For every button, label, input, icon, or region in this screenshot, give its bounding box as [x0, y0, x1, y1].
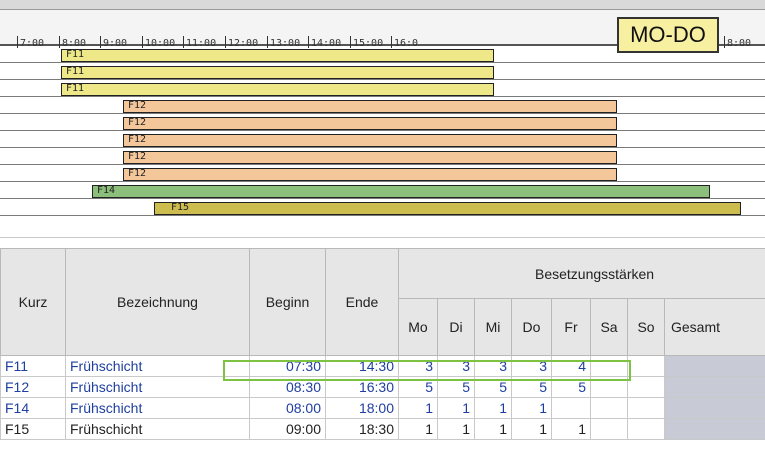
shift-bar-label: F11 [66, 83, 85, 94]
gantt-row: F14 [0, 184, 765, 199]
gantt-row: F11 [0, 82, 765, 97]
cell-day-value [590, 355, 628, 377]
shift-bar[interactable]: F11 [61, 66, 494, 79]
col-header-ende[interactable]: Ende [325, 248, 399, 356]
cell-day-value: 5 [398, 376, 438, 398]
cell-day-value: 1 [511, 397, 552, 419]
col-header-di[interactable]: Di [437, 298, 475, 356]
shift-bar-label: F11 [66, 66, 85, 77]
cell-beginn: 08:30 [249, 376, 326, 398]
cell-day-value [627, 418, 665, 440]
weekday-badge: MO-DO [617, 17, 719, 53]
shift-bar-label: F11 [66, 49, 85, 60]
shift-bar-label: F12 [128, 168, 147, 179]
col-header-do[interactable]: Do [511, 298, 552, 356]
cell-day-value [590, 376, 628, 398]
cell-day-value: 5 [474, 376, 512, 398]
cell-bezeichnung: Frühschicht [65, 397, 250, 419]
col-header-gesamt[interactable]: Gesamt [663, 298, 765, 356]
cell-beginn: 08:00 [249, 397, 326, 419]
col-header-beginn[interactable]: Beginn [249, 248, 326, 356]
shift-bar[interactable]: F12 [123, 134, 617, 147]
col-header-kurz[interactable]: Kurz [0, 248, 66, 356]
cell-bezeichnung: Frühschicht [65, 376, 250, 398]
cell-bezeichnung: Frühschicht [65, 355, 250, 377]
cell-day-value: 5 [511, 376, 552, 398]
cell-day-value [551, 397, 591, 419]
shift-bar[interactable]: F11 [61, 49, 494, 62]
cell-ende: 14:30 [325, 355, 399, 377]
cell-kurz: F15 [0, 418, 66, 440]
cell-day-value: 1 [474, 418, 512, 440]
gantt-row: F11 [0, 65, 765, 80]
cell-day-value: 3 [398, 355, 438, 377]
cell-day-value: 1 [398, 397, 438, 419]
cell-day-value: 3 [511, 355, 552, 377]
table-row[interactable]: F14Frühschicht08:0018:0011114 [0, 397, 765, 419]
shift-bar-label: F12 [128, 151, 147, 162]
shift-bar-label: F12 [128, 134, 147, 145]
cell-ende: 16:30 [325, 376, 399, 398]
table-row[interactable]: F12Frühschicht08:3016:305555525 [0, 376, 765, 398]
staffing-table: Kurz Bezeichnung Beginn Ende Besetzungss… [0, 248, 765, 470]
cell-gesamt: 16 [663, 355, 765, 377]
cell-gesamt: 5 [663, 418, 765, 440]
col-header-bezeichnung[interactable]: Bezeichnung [65, 248, 250, 356]
cell-day-value: 1 [437, 418, 475, 440]
cell-gesamt: 25 [663, 376, 765, 398]
gantt-row: F12 [0, 99, 765, 114]
cell-ende: 18:30 [325, 418, 399, 440]
cell-day-value: 4 [551, 355, 591, 377]
cell-ende: 18:00 [325, 397, 399, 419]
gantt-row: F12 [0, 116, 765, 131]
shift-bar-label: F12 [128, 117, 147, 128]
cell-kurz: F14 [0, 397, 66, 419]
shift-bar[interactable]: F15 [154, 202, 741, 215]
cell-beginn: 07:30 [249, 355, 326, 377]
gantt-top-strip [0, 0, 765, 10]
cell-kurz: F12 [0, 376, 66, 398]
cell-day-value: 3 [437, 355, 475, 377]
cell-day-value: 1 [398, 418, 438, 440]
shift-bar[interactable]: F12 [123, 151, 617, 164]
gantt-chart: 7:00 8:00 9:00 10:00 11:00 12:00 13:00 14:00 15:… [0, 0, 765, 238]
shift-bar-label: F12 [128, 100, 147, 111]
col-header-sa[interactable]: Sa [590, 298, 628, 356]
cell-gesamt: 4 [663, 397, 765, 419]
shift-bar-label: F15 [171, 202, 190, 213]
table-row[interactable]: F15Frühschicht09:0018:30111115 [0, 418, 765, 440]
shift-bar[interactable]: F14 [92, 185, 710, 198]
shift-bar[interactable]: F11 [61, 83, 494, 96]
cell-day-value: 1 [437, 397, 475, 419]
shift-bar[interactable]: F12 [123, 117, 617, 130]
cell-day-value [627, 397, 665, 419]
col-header-mi[interactable]: Mi [474, 298, 512, 356]
group-header-besetzung: Besetzungsstärken [397, 248, 765, 299]
cell-day-value: 5 [551, 376, 591, 398]
cell-bezeichnung: Frühschicht [65, 418, 250, 440]
col-header-mo[interactable]: Mo [398, 298, 438, 356]
cell-day-value: 5 [437, 376, 475, 398]
cell-day-value [590, 418, 628, 440]
cell-day-value: 1 [551, 418, 591, 440]
cell-day-value [590, 397, 628, 419]
cell-day-value: 1 [511, 418, 552, 440]
gantt-row: F12 [0, 167, 765, 182]
col-header-fr[interactable]: Fr [551, 298, 591, 356]
cell-day-value [627, 376, 665, 398]
table-row[interactable]: F11Frühschicht07:3014:303333416 [0, 355, 765, 377]
col-header-so[interactable]: So [627, 298, 665, 356]
cell-day-value [627, 355, 665, 377]
cell-beginn: 09:00 [249, 418, 326, 440]
shift-bar[interactable]: F12 [123, 100, 617, 113]
cell-day-value: 3 [474, 355, 512, 377]
cell-kurz: F11 [0, 355, 66, 377]
gantt-row: F12 [0, 133, 765, 148]
gantt-row: F12 [0, 150, 765, 165]
shift-bar-label: F14 [97, 185, 116, 196]
cell-day-value: 1 [474, 397, 512, 419]
shift-bar[interactable]: F12 [123, 168, 617, 181]
gantt-row: F15 [0, 201, 765, 216]
